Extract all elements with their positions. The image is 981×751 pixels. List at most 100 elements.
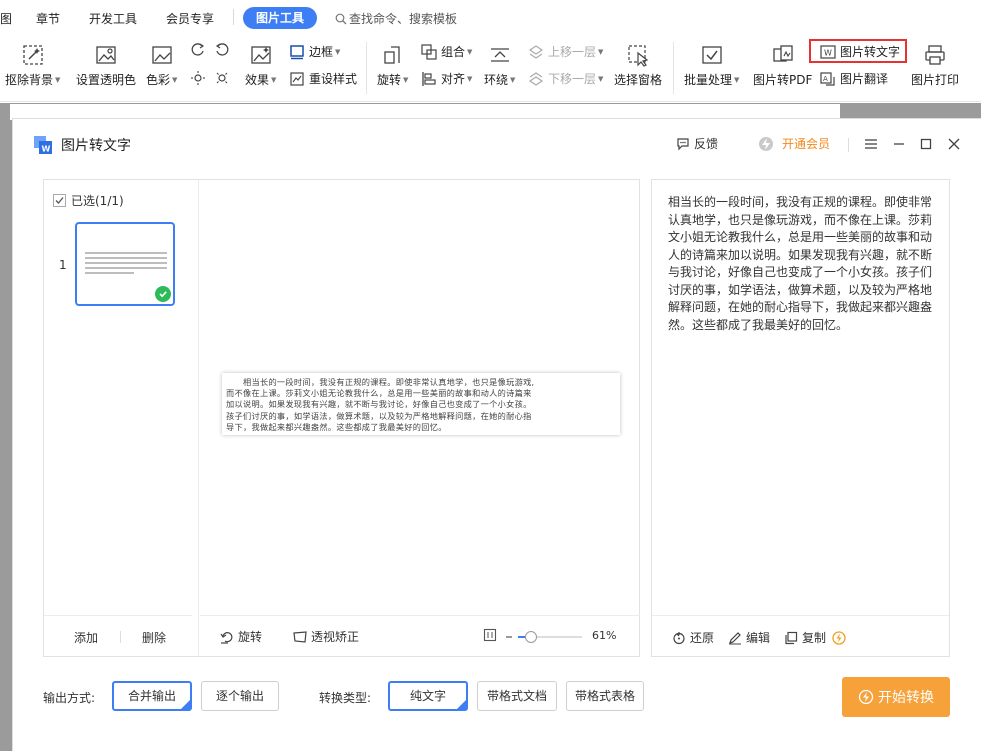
fit-page-button[interactable] — [483, 628, 501, 642]
close-button[interactable] — [945, 135, 963, 153]
image-translate-button[interactable]: A 图片翻译 — [820, 70, 888, 87]
selected-check-icon — [155, 286, 171, 302]
move-up-button[interactable]: 上移一层 ▼ — [528, 43, 603, 60]
merge-output-button[interactable]: 合并输出 ✓ — [112, 681, 192, 711]
move-down-button[interactable]: 下移一层 ▼ — [528, 70, 603, 87]
rotate-left-button[interactable] — [190, 42, 210, 58]
open-vip-button[interactable]: 开通会员 — [758, 135, 830, 152]
align-button[interactable]: 对齐 ▼ — [421, 70, 472, 87]
set-transparent-button[interactable]: 设置透明色 — [76, 42, 136, 88]
title-divider — [848, 138, 849, 152]
search-placeholder: 查找命令、搜索模板 — [349, 12, 458, 26]
minimize-button[interactable] — [890, 135, 908, 153]
result-toolbar: 还原 编辑 复制 — [652, 615, 949, 657]
app-logo-icon: W — [34, 136, 52, 154]
menu-item-picture[interactable]: 图 — [0, 10, 12, 27]
delete-button[interactable]: 删除 — [142, 629, 166, 646]
rotate-right-button[interactable] — [214, 42, 234, 58]
remove-background-button[interactable]: 抠除背景 ▼ — [5, 42, 60, 88]
rotate-image-button[interactable]: 旋转 — [220, 628, 262, 645]
dialog-title: 图片转文字 — [61, 138, 131, 154]
page-thumbnail[interactable] — [75, 222, 175, 306]
color-picture-icon — [149, 42, 175, 68]
selection-cursor-icon — [625, 42, 651, 68]
feedback-button[interactable]: 反馈 — [676, 135, 718, 152]
preview-image: 相当长的一段时间，我没有正规的课程。即使非常认真地学，也只是像玩游戏, 而不像在… — [222, 373, 620, 435]
restore-button[interactable]: 还原 — [672, 629, 714, 646]
zoom-slider[interactable] — [518, 631, 582, 643]
hamburger-icon — [865, 139, 877, 149]
menu-item-member[interactable]: 会员专享 — [166, 10, 214, 27]
wrap-label: 环绕 — [484, 73, 509, 87]
add-button[interactable]: 添加 — [74, 629, 98, 646]
convert-type-label: 转换类型: — [319, 691, 372, 705]
image-print-button[interactable]: 图片打印 — [911, 42, 959, 88]
color-button[interactable]: 色彩 ▼ — [146, 42, 177, 88]
rotate-shape-icon — [380, 42, 406, 68]
edit-button[interactable]: 编辑 — [728, 629, 770, 646]
group-button[interactable]: 组合 ▼ — [421, 43, 472, 60]
batch-check-icon — [699, 42, 725, 68]
start-convert-button[interactable]: 开始转换 — [842, 677, 950, 717]
tab-picture-tools[interactable]: 图片工具 — [243, 7, 317, 29]
image-to-pdf-icon — [770, 42, 796, 68]
highlight-frame — [809, 39, 907, 63]
preview-line: 相当长的一段时间，我没有正规的课程。即使非常认真地学，也只是像玩游戏, — [226, 377, 535, 387]
wrap-button[interactable]: 环绕 ▼ — [484, 42, 515, 88]
checkbox-checked-icon — [53, 194, 66, 207]
image-to-pdf-button[interactable]: 图片转PDF — [753, 42, 812, 88]
remove-background-label: 抠除背景 — [5, 73, 54, 87]
each-output-button[interactable]: 逐个输出 — [201, 681, 279, 711]
border-label: 边框 — [309, 45, 334, 59]
rotate-button[interactable]: 旋转 ▼ — [377, 42, 408, 88]
menu-item-dev-tools[interactable]: 开发工具 — [89, 10, 137, 27]
select-all-checkbox[interactable]: 已选(1/1) — [53, 192, 124, 209]
search-icon — [335, 13, 347, 25]
ocr-result-text[interactable]: 相当长的一段时间，我没有正规的课程。即使非常认真地学，也只是像玩游戏，而不像在上… — [668, 194, 940, 334]
feedback-label: 反馈 — [694, 137, 719, 151]
border-button[interactable]: 边框 ▼ — [289, 43, 340, 60]
transparent-picture-icon — [93, 42, 119, 68]
preview-line: 加以说明。如果发现我有兴趣，就不断与我讨论，好像自己也变成了一个小女孩。 — [226, 399, 532, 410]
plain-text-button[interactable]: 纯文字 ✓ — [388, 681, 468, 711]
image-translate-label: 图片翻译 — [840, 72, 889, 86]
vip-label: 开通会员 — [782, 137, 831, 151]
thumbnail-footer: 添加 删除 — [44, 615, 192, 655]
brightness-icon — [190, 70, 206, 86]
group-icon — [421, 43, 437, 60]
image-print-label: 图片打印 — [911, 73, 960, 87]
vip-bolt-icon — [759, 136, 773, 151]
minimize-icon — [894, 143, 904, 145]
brightness-down-button[interactable] — [214, 70, 234, 86]
reset-style-label: 重设样式 — [309, 72, 358, 86]
zoom-value: 61% — [592, 629, 617, 642]
formatted-table-button[interactable]: 带格式表格 — [566, 681, 644, 711]
feedback-icon — [677, 137, 689, 150]
rotate-label: 旋转 — [377, 73, 402, 87]
batch-process-label: 批量处理 — [684, 73, 733, 87]
search-box[interactable]: 查找命令、搜索模板 — [335, 10, 457, 27]
reset-style-button[interactable]: 重设样式 — [289, 70, 357, 87]
selection-pane-button[interactable]: 选择窗格 — [614, 42, 662, 88]
perspective-correct-button[interactable]: 透视矫正 — [293, 628, 359, 645]
menu-item-chapter[interactable]: 章节 — [36, 10, 60, 27]
effects-button[interactable]: 效果 ▼ — [245, 42, 276, 88]
zoom-slider-handle[interactable] — [524, 631, 537, 643]
zoom-out-button[interactable] — [505, 629, 517, 643]
menu-button[interactable] — [862, 135, 880, 153]
color-label: 色彩 — [146, 73, 171, 87]
align-label: 对齐 — [441, 72, 466, 86]
brightness-up-button[interactable] — [190, 70, 210, 86]
maximize-button[interactable] — [917, 135, 935, 153]
rotate-right-icon — [214, 42, 230, 58]
pencil-icon — [729, 631, 741, 644]
batch-process-button[interactable]: 批量处理 ▼ — [684, 42, 739, 88]
formatted-doc-button[interactable]: 带格式文档 — [477, 681, 557, 711]
formatted-table-label: 带格式表格 — [574, 689, 635, 703]
magic-wand-icon — [20, 42, 46, 68]
perspective-correct-label: 透视矫正 — [311, 630, 360, 644]
copy-button[interactable]: 复制 — [784, 629, 850, 646]
restore-icon — [673, 631, 685, 644]
conversion-options: 输出方式: 合并输出 ✓ 逐个输出 转换类型: 纯文字 ✓ 带格式文档 带格式表格 … — [13, 667, 981, 747]
minus-icon — [506, 636, 512, 638]
